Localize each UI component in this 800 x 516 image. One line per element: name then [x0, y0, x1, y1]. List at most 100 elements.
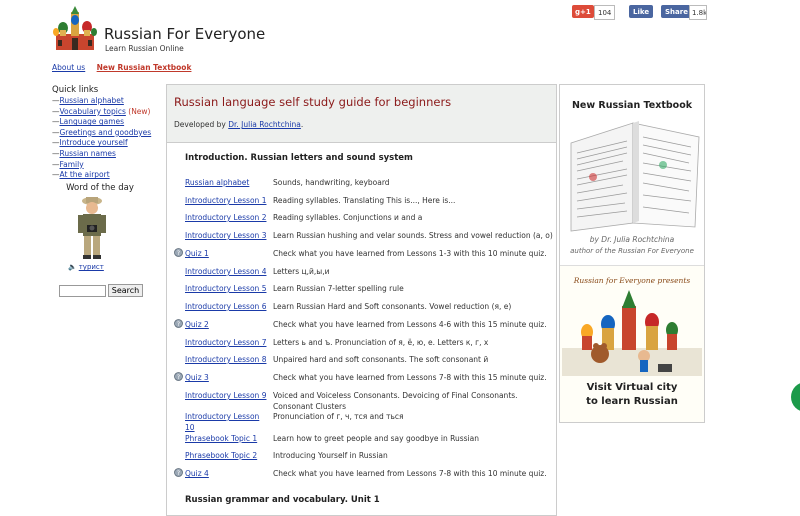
- facebook-count: 1.8k: [689, 5, 707, 20]
- lesson-link[interactable]: Introductory Lesson 10: [185, 411, 271, 433]
- lesson-link[interactable]: Introductory Lesson 2: [185, 212, 271, 223]
- tourist-image[interactable]: [70, 195, 114, 261]
- quiz-link[interactable]: Quiz 2: [185, 319, 271, 330]
- developed-by-label: Developed by: [174, 120, 226, 129]
- site-subtitle: Learn Russian Online: [105, 44, 184, 53]
- textbook-title: New Russian Textbook: [571, 100, 693, 111]
- quiz-icon: ?: [174, 468, 183, 479]
- quiz-icon: ?: [174, 319, 183, 330]
- quick-links-list: —Russian alphabet —Vocabulary topics (Ne…: [52, 96, 160, 181]
- svg-text:?: ?: [177, 470, 180, 477]
- quick-link-item: —Vocabulary topics (New): [52, 106, 151, 116]
- lesson-desc: Learn Russian Hard and Soft consonants. …: [273, 302, 512, 311]
- quick-link-item: —Introduce yourself: [52, 138, 128, 148]
- lesson-desc: Unpaired hard and soft consonants. The s…: [273, 355, 489, 364]
- quick-link-item: —Russian names: [52, 148, 116, 158]
- virtual-city-banner[interactable]: Russian for Everyone presents Visit Virt…: [560, 265, 704, 422]
- google-plus-button[interactable]: g+1: [572, 5, 594, 18]
- quiz-icon: ?: [174, 372, 183, 383]
- lesson-desc: Letters ь and ъ. Pronunciation of я, ё, …: [273, 338, 489, 347]
- section-title-introduction: Introduction. Russian letters and sound …: [185, 153, 413, 163]
- lesson-desc: Sounds, handwriting, keyboard: [273, 178, 390, 187]
- google-plus-count: 104: [594, 5, 616, 20]
- quiz-icon: ?: [174, 248, 183, 259]
- svg-text:?: ?: [177, 374, 180, 381]
- textbook-byline-author: author of the Russian For Everyone: [570, 247, 694, 255]
- svg-text:?: ?: [177, 250, 180, 257]
- facebook-like-button[interactable]: Like: [629, 5, 654, 18]
- word-of-the-day-title: Word of the day: [66, 183, 134, 193]
- main-header: Russian language self study guide for be…: [167, 85, 556, 143]
- search-input[interactable]: [59, 285, 106, 297]
- lesson-link[interactable]: Introductory Lesson 9: [185, 390, 271, 401]
- quick-link-item: —Russian alphabet: [52, 96, 124, 105]
- author-period: .: [300, 120, 304, 129]
- developed-by: Developed by Dr. Julia Rochtchina.: [174, 120, 303, 129]
- lesson-desc: Learn how to greet people and say goodby…: [273, 434, 479, 443]
- lesson-desc: Letters ц,й,ы,и: [273, 267, 330, 276]
- quick-links: Quick links —Russian alphabet —Vocabular…: [52, 85, 160, 181]
- quick-link-item: —Language games: [52, 117, 125, 127]
- page-title: Russian language self study guide for be…: [174, 95, 452, 109]
- quick-link-item: —Family: [52, 159, 84, 169]
- author-link[interactable]: Dr. Julia Rochtchina: [228, 120, 301, 129]
- quick-links-title: Quick links: [52, 85, 99, 95]
- quiz-desc: Check what you have learned from Lessons…: [273, 320, 547, 329]
- quick-link-introduce-yourself[interactable]: Introduce yourself: [60, 138, 128, 147]
- quiz-desc: Check what you have learned from Lessons…: [273, 373, 547, 382]
- floating-chat-button[interactable]: [791, 382, 800, 412]
- lesson-link[interactable]: Introductory Lesson 1: [185, 195, 271, 206]
- lesson-link[interactable]: Phrasebook Topic 1: [185, 433, 271, 444]
- quick-link-greetings[interactable]: Greetings and goodbyes: [60, 128, 152, 137]
- quiz-link[interactable]: Quiz 1: [185, 248, 271, 259]
- lesson-desc: Voiced and Voiceless Consonants. Devoici…: [273, 391, 518, 411]
- lesson-desc: Reading syllables. Translating This is..…: [273, 196, 456, 205]
- word-of-the-day-link[interactable]: турист: [79, 263, 104, 271]
- top-nav: About us New Russian Textbook: [52, 63, 200, 72]
- virtual-city-illustration: [562, 290, 702, 376]
- facebook-like-label: Like: [633, 7, 650, 16]
- new-textbook-link[interactable]: New Russian Textbook: [97, 63, 192, 72]
- lesson-link[interactable]: Introductory Lesson 4: [185, 266, 271, 277]
- main-panel: Russian language self study guide for be…: [166, 84, 557, 516]
- banner-line-2: to learn Russian: [586, 396, 678, 407]
- lesson-link[interactable]: Introductory Lesson 7: [185, 337, 271, 348]
- textbook-image[interactable]: [563, 115, 703, 233]
- right-panel: New Russian Textbook by Dr. Julia Rochtc…: [559, 84, 705, 423]
- quick-link-family[interactable]: Family: [60, 160, 84, 169]
- about-us-link[interactable]: About us: [52, 63, 85, 72]
- lesson-link[interactable]: Introductory Lesson 5: [185, 283, 271, 294]
- lesson-desc: Learn Russian hushing and velar sounds. …: [273, 231, 553, 240]
- quick-link-russian-names[interactable]: Russian names: [60, 149, 116, 158]
- word-of-the-day: 🔈 турист: [68, 263, 104, 271]
- banner-presents-text: Russian for Everyone presents: [573, 276, 691, 285]
- new-badge: (New): [128, 106, 151, 116]
- quiz-desc: Check what you have learned from Lessons…: [273, 249, 547, 258]
- quiz-link[interactable]: Quiz 3: [185, 372, 271, 383]
- quiz-desc: Check what you have learned from Lessons…: [273, 469, 547, 478]
- search-button[interactable]: Search: [108, 284, 143, 297]
- st-basil-cathedral-logo[interactable]: [52, 6, 98, 52]
- facebook-share-button[interactable]: Share: [661, 5, 692, 18]
- lesson-desc: Reading syllables. Conjunctions и and а: [273, 213, 423, 222]
- quick-link-item: —At the airport: [52, 170, 110, 180]
- quick-link-at-the-airport[interactable]: At the airport: [60, 170, 110, 179]
- lesson-link[interactable]: Introductory Lesson 3: [185, 230, 271, 241]
- svg-text:?: ?: [177, 321, 180, 328]
- banner-line-1: Visit Virtual city: [586, 382, 678, 393]
- lesson-link[interactable]: Phrasebook Topic 2: [185, 450, 271, 461]
- lesson-link[interactable]: Introductory Lesson 8: [185, 354, 271, 365]
- speaker-icon[interactable]: 🔈: [68, 263, 77, 271]
- lesson-link[interactable]: Russian alphabet: [185, 177, 271, 188]
- lesson-desc: Pronunciation of г, ч, тся and ться: [273, 412, 404, 421]
- quick-link-item: —Greetings and goodbyes: [52, 127, 152, 137]
- section-title-grammar: Russian grammar and vocabulary. Unit 1: [185, 495, 380, 505]
- quick-link-language-games[interactable]: Language games: [60, 117, 125, 126]
- lesson-link[interactable]: Introductory Lesson 6: [185, 301, 271, 312]
- quiz-link[interactable]: Quiz 4: [185, 468, 271, 479]
- quick-link-russian-alphabet[interactable]: Russian alphabet: [60, 96, 124, 105]
- site-title[interactable]: Russian For Everyone: [104, 25, 265, 43]
- quick-link-vocabulary-topics[interactable]: Vocabulary topics: [60, 107, 126, 116]
- textbook-byline: by Dr. Julia Rochtchina: [589, 235, 675, 244]
- lesson-desc: Introducing Yourself in Russian: [273, 451, 388, 460]
